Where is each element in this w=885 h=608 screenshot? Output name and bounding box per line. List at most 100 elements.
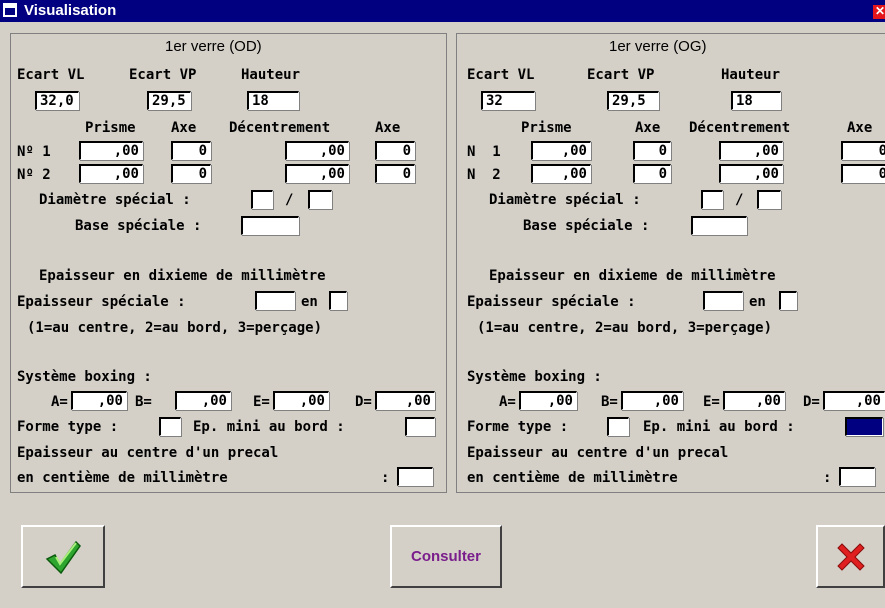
epaisseur-en-label: en [749, 294, 766, 310]
base-speciale-label: Base spéciale : [523, 218, 650, 234]
ecart-vp-label: Ecart VP [587, 67, 655, 83]
panel-legend: 1er verre (OD) [163, 38, 264, 55]
box-e-label: E= [703, 394, 720, 410]
row1-axe-field[interactable]: 0 [171, 141, 211, 160]
box-e-field[interactable]: ,00 [273, 391, 329, 410]
row2-axe-field[interactable]: 0 [633, 164, 671, 183]
row2-decentrement-field[interactable]: ,00 [719, 164, 783, 183]
box-d-label: D= [803, 394, 820, 410]
ok-button[interactable] [21, 525, 105, 588]
panel-legend: 1er verre (OG) [607, 38, 709, 55]
row1-label: N 1 [467, 144, 501, 160]
box-a-field[interactable]: ,00 [71, 391, 127, 410]
precal-colon: : [381, 470, 390, 486]
ecart-vp-field[interactable]: 29,5 [147, 91, 191, 110]
precal-line1: Epaisseur au centre d'un precal [467, 445, 729, 461]
box-e-field[interactable]: ,00 [723, 391, 785, 410]
close-icon[interactable]: ✕ [873, 5, 885, 19]
box-a-label: A= [51, 394, 68, 410]
panel-og: 1er verre (OG) Ecart VL Ecart VP Hauteur… [456, 33, 885, 493]
box-a-label: A= [499, 394, 516, 410]
box-b-label: B= [601, 394, 618, 410]
row1-axe-field[interactable]: 0 [633, 141, 671, 160]
diametre-separator: / [735, 192, 744, 208]
row1-axe2-field[interactable]: 0 [375, 141, 415, 160]
panel-od: 1er verre (OD) Ecart VL Ecart VP Hauteur… [10, 33, 447, 493]
box-b-field[interactable]: ,00 [621, 391, 683, 410]
ep-mini-label: Ep. mini au bord : [643, 419, 795, 435]
ecart-vl-field[interactable]: 32 [481, 91, 535, 110]
epaisseur-title: Epaisseur en dixieme de millimètre [489, 268, 776, 284]
title-bar: Visualisation ✕ [0, 0, 885, 22]
row2-prisme-field[interactable]: ,00 [531, 164, 591, 183]
epaisseur-note: (1=au centre, 2=au bord, 3=perçage) [477, 320, 773, 336]
diametre-label: Diamètre spécial : [489, 192, 641, 208]
epaisseur-position-field[interactable] [779, 291, 797, 310]
forme-type-label: Forme type : [17, 419, 119, 435]
box-d-field[interactable]: ,00 [823, 391, 885, 410]
epaisseur-field[interactable] [255, 291, 295, 310]
row2-axe2-field[interactable]: 0 [841, 164, 885, 183]
diametre-field-b[interactable] [308, 190, 332, 209]
epaisseur-position-field[interactable] [329, 291, 347, 310]
epaisseur-en-label: en [301, 294, 318, 310]
precal-line2: en centième de millimètre [17, 470, 228, 486]
row2-label: Nº 2 [17, 167, 51, 183]
box-d-label: D= [355, 394, 372, 410]
ecart-vp-label: Ecart VP [129, 67, 197, 83]
precal-field[interactable] [839, 467, 875, 486]
consulter-label: Consulter [410, 548, 481, 565]
diametre-field-a[interactable] [251, 190, 273, 209]
row1-label: Nº 1 [17, 144, 51, 160]
ep-mini-field[interactable] [845, 417, 883, 436]
row2-decentrement-field[interactable]: ,00 [285, 164, 349, 183]
row2-prisme-field[interactable]: ,00 [79, 164, 143, 183]
row1-prisme-field[interactable]: ,00 [79, 141, 143, 160]
box-b-field[interactable]: ,00 [175, 391, 231, 410]
row1-axe2-field[interactable]: 0 [841, 141, 885, 160]
prisme-label: Prisme [521, 120, 572, 136]
hauteur-field[interactable]: 18 [731, 91, 781, 110]
diametre-field-a[interactable] [701, 190, 723, 209]
consulter-button[interactable]: Consulter [390, 525, 502, 588]
box-e-label: E= [253, 394, 270, 410]
precal-field[interactable] [397, 467, 433, 486]
cross-icon [836, 542, 865, 571]
box-d-field[interactable]: ,00 [375, 391, 435, 410]
ecart-vl-field[interactable]: 32,0 [35, 91, 79, 110]
base-speciale-field[interactable] [241, 216, 299, 235]
decentrement-label: Décentrement [229, 120, 331, 136]
ep-mini-field[interactable] [405, 417, 435, 436]
precal-colon: : [823, 470, 832, 486]
axe-label: Axe [171, 120, 197, 136]
row1-decentrement-field[interactable]: ,00 [719, 141, 783, 160]
forme-type-field[interactable] [159, 417, 181, 436]
epaisseur-field[interactable] [703, 291, 743, 310]
epaisseur-label: Epaisseur spéciale : [467, 294, 636, 310]
ecart-vl-label: Ecart VL [467, 67, 535, 83]
base-speciale-field[interactable] [691, 216, 747, 235]
box-a-field[interactable]: ,00 [519, 391, 577, 410]
row1-prisme-field[interactable]: ,00 [531, 141, 591, 160]
row2-axe2-field[interactable]: 0 [375, 164, 415, 183]
diametre-field-b[interactable] [757, 190, 781, 209]
boxing-label: Système boxing : [17, 369, 152, 385]
hauteur-field[interactable]: 18 [247, 91, 299, 110]
prisme-label: Prisme [85, 120, 136, 136]
row1-decentrement-field[interactable]: ,00 [285, 141, 349, 160]
hauteur-label: Hauteur [241, 67, 301, 83]
boxing-label: Système boxing : [467, 369, 602, 385]
epaisseur-label: Epaisseur spéciale : [17, 294, 186, 310]
window-icon [3, 3, 17, 17]
forme-type-field[interactable] [607, 417, 629, 436]
epaisseur-title: Epaisseur en dixieme de millimètre [39, 268, 326, 284]
epaisseur-note: (1=au centre, 2=au bord, 3=perçage) [27, 320, 323, 336]
checkmark-icon [45, 540, 81, 574]
row2-axe-field[interactable]: 0 [171, 164, 211, 183]
diametre-separator: / [285, 192, 294, 208]
cancel-button[interactable] [816, 525, 885, 588]
ecart-vp-field[interactable]: 29,5 [607, 91, 659, 110]
precal-line1: Epaisseur au centre d'un precal [17, 445, 279, 461]
row2-label: N 2 [467, 167, 501, 183]
ep-mini-label: Ep. mini au bord : [193, 419, 345, 435]
